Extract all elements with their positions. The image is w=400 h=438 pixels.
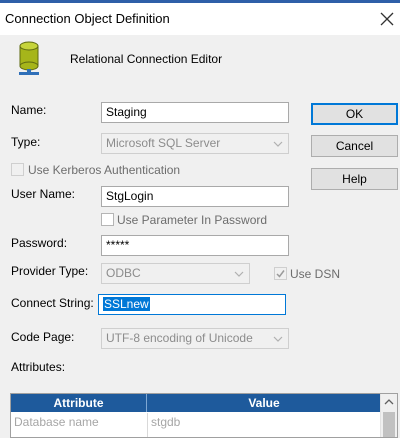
chevron-down-icon xyxy=(273,336,283,342)
code-page-value: UTF-8 encoding of Unicode xyxy=(106,331,253,345)
password-label: Password: xyxy=(11,236,68,250)
user-name-input[interactable]: StgLogin xyxy=(101,186,289,207)
grid-header: Attribute Value xyxy=(11,394,381,412)
cancel-button[interactable]: Cancel xyxy=(311,135,398,157)
editor-header-text: Relational Connection Editor xyxy=(70,52,223,66)
name-input[interactable]: Staging xyxy=(101,102,289,123)
connect-string-label: Connect String: xyxy=(11,296,94,310)
close-icon[interactable] xyxy=(376,8,398,30)
type-select[interactable]: Microsoft SQL Server xyxy=(101,133,289,154)
table-row[interactable]: Database name stgdb xyxy=(11,413,381,431)
help-button[interactable]: Help xyxy=(311,168,398,190)
connect-string-value: SSLnew xyxy=(103,297,150,311)
checkmark-icon xyxy=(276,270,285,278)
connect-string-input[interactable]: SSLnew xyxy=(98,294,286,315)
column-header-value[interactable]: Value xyxy=(147,394,381,412)
code-page-select[interactable]: UTF-8 encoding of Unicode xyxy=(101,328,289,349)
provider-type-label: Provider Type: xyxy=(11,264,89,278)
provider-type-select[interactable]: ODBC xyxy=(101,263,250,284)
attributes-grid[interactable]: Attribute Value Database name stgdb xyxy=(10,393,398,438)
attributes-label: Attributes: xyxy=(11,360,66,374)
value-cell[interactable]: stgdb xyxy=(151,415,180,429)
code-page-label: Code Page: xyxy=(11,330,75,344)
database-icon xyxy=(19,41,39,75)
chevron-down-icon xyxy=(273,141,283,147)
editor-header: Relational Connection Editor xyxy=(0,35,400,91)
use-parameter-checkbox[interactable] xyxy=(101,213,114,226)
use-parameter-label: Use Parameter In Password xyxy=(117,213,268,227)
scroll-up-icon[interactable] xyxy=(384,398,394,406)
ok-button[interactable]: OK xyxy=(311,103,398,125)
use-dsn-checkbox[interactable] xyxy=(274,267,287,280)
window-title: Connection Object Definition xyxy=(5,11,170,26)
provider-type-value: ODBC xyxy=(106,266,141,280)
scroll-thumb[interactable] xyxy=(383,412,395,437)
title-bar[interactable]: Connection Object Definition xyxy=(0,3,400,35)
chevron-down-icon xyxy=(234,271,244,277)
user-name-label: User Name: xyxy=(11,187,76,201)
attribute-cell: Database name xyxy=(14,415,99,429)
type-label: Type: xyxy=(11,135,41,149)
kerberos-label: Use Kerberos Authentication xyxy=(28,163,181,177)
column-header-attribute[interactable]: Attribute xyxy=(11,394,147,412)
grid-scrollbar[interactable] xyxy=(380,394,397,437)
name-label: Name: xyxy=(11,103,47,117)
kerberos-checkbox[interactable] xyxy=(11,163,24,176)
type-select-value: Microsoft SQL Server xyxy=(106,136,221,150)
use-dsn-label: Use DSN xyxy=(290,267,341,281)
password-input[interactable]: ***** xyxy=(101,235,289,256)
